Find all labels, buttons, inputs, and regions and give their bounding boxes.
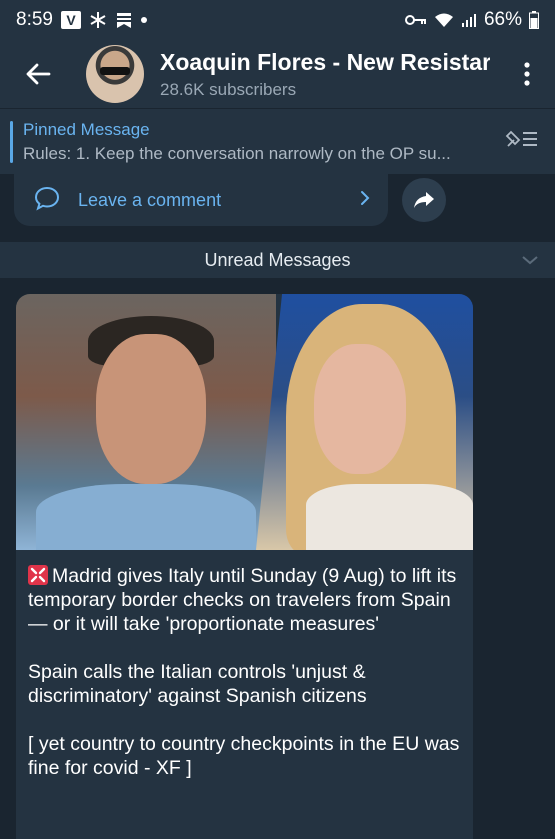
chevron-down-icon[interactable]: [521, 250, 539, 271]
channel-info[interactable]: Xoaquin Flores - New Resistar 28.6K subs…: [160, 49, 490, 100]
message-paragraph-1-text: Madrid gives Italy until Sunday (9 Aug) …: [28, 565, 462, 635]
message-text: Madrid gives Italy until Sunday (9 Aug) …: [16, 550, 473, 780]
unread-label: Unread Messages: [204, 249, 351, 270]
asterisk-icon: [89, 11, 107, 29]
man-face-graphic: [96, 334, 206, 484]
more-vertical-icon: [524, 62, 530, 86]
unread-messages-divider: Unread Messages: [0, 242, 555, 278]
key-icon: [404, 13, 427, 27]
status-time: 8:59: [16, 9, 53, 30]
comment-bubble-icon: [34, 185, 60, 216]
anger-emoji-icon: [28, 565, 48, 585]
arrow-left-icon: [26, 63, 51, 85]
leave-comment-button[interactable]: Leave a comment: [14, 174, 388, 226]
sunglasses-graphic: [100, 67, 130, 75]
man-shirt-graphic: [36, 484, 256, 550]
chevron-right-icon: [360, 190, 370, 211]
pinned-list-button[interactable]: [505, 128, 539, 155]
channel-header[interactable]: Xoaquin Flores - New Resistar 28.6K subs…: [0, 40, 555, 108]
dot-icon: [140, 17, 147, 23]
battery-percent: 66%: [483, 9, 522, 30]
v-app-icon: V: [60, 11, 81, 29]
message-paragraph-1: Madrid gives Italy until Sunday (9 Aug) …: [28, 564, 461, 636]
share-button[interactable]: [402, 178, 446, 222]
message-paragraph-3: [ yet country to country checkpoints in …: [28, 733, 465, 779]
message-paragraph-2: Spain calls the Italian controls 'unjust…: [28, 661, 371, 707]
back-button[interactable]: [8, 40, 68, 108]
woman-coat-graphic: [306, 484, 473, 550]
message-bubble[interactable]: Madrid gives Italy until Sunday (9 Aug) …: [16, 294, 473, 839]
signal-icon: [461, 12, 477, 28]
pinned-title: Pinned Message: [23, 119, 150, 139]
battery-icon: [529, 11, 539, 29]
news-icon: [115, 11, 133, 29]
pinned-message-bar[interactable]: Pinned Message Rules: 1. Keep the conver…: [0, 108, 555, 174]
chat-area[interactable]: Leave a comment Unread Messages Madrid g…: [0, 174, 555, 839]
leave-comment-label: Leave a comment: [78, 189, 222, 210]
pinned-preview: Rules: 1. Keep the conversation narrowly…: [23, 143, 451, 163]
channel-avatar[interactable]: [86, 45, 144, 103]
pinned-accent-bar: [10, 120, 13, 163]
pin-list-icon: [505, 130, 537, 147]
subscriber-count: 28.6K subscribers: [160, 79, 297, 99]
more-options-button[interactable]: [507, 40, 547, 108]
wifi-icon: [434, 12, 454, 28]
message-photo[interactable]: [16, 294, 473, 550]
channel-title: Xoaquin Flores - New Resistar: [160, 48, 490, 75]
status-bar: 8:59 V 66%: [0, 0, 555, 40]
share-arrow-icon: [414, 192, 434, 208]
woman-face-graphic: [314, 344, 406, 474]
